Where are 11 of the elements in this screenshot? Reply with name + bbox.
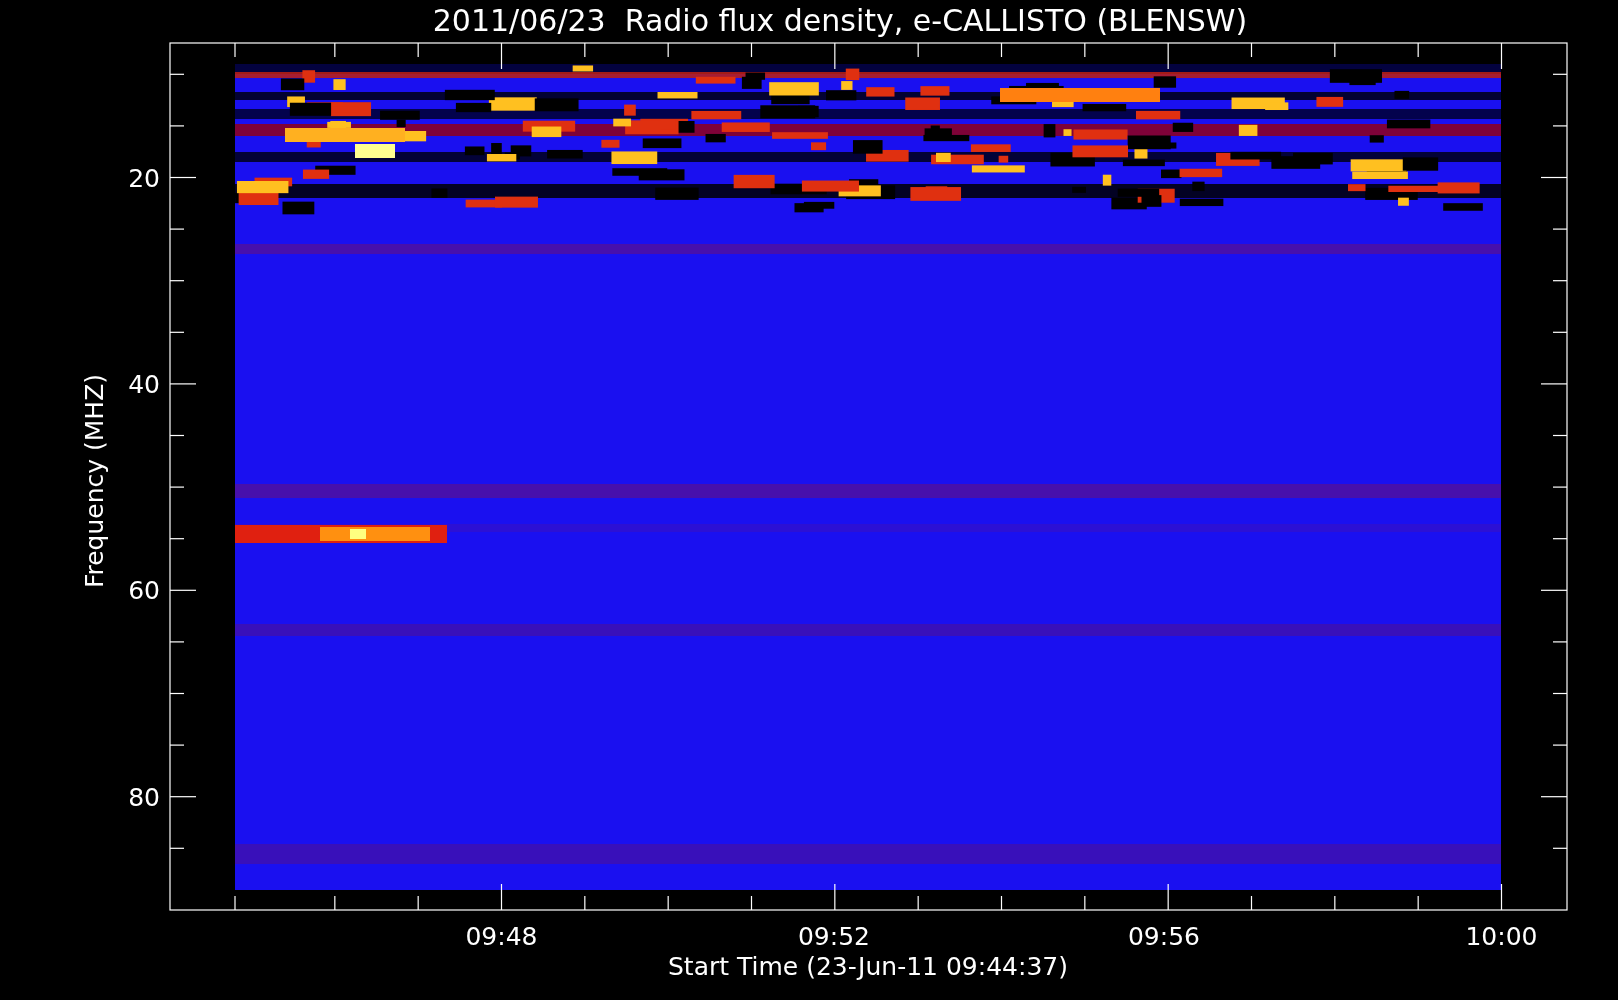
tick-label: 09:56 [1128,922,1200,951]
axis-title: Start Time (23-Jun-11 09:44:37) [668,952,1068,981]
tick-label: 80 [128,782,160,812]
tick-label: 10:00 [1465,922,1538,951]
axis-title: Frequency (MHZ) [80,373,109,589]
tick-label: 20 [128,163,160,193]
tick-label: 09:52 [798,922,870,951]
tick-label: 60 [128,576,160,606]
chart-title: 2011/06/23 Radio flux density, e-CALLISTO (BLENSW) [432,3,1248,38]
tick-label: 40 [128,369,160,399]
tick-label: 09:48 [465,922,538,951]
